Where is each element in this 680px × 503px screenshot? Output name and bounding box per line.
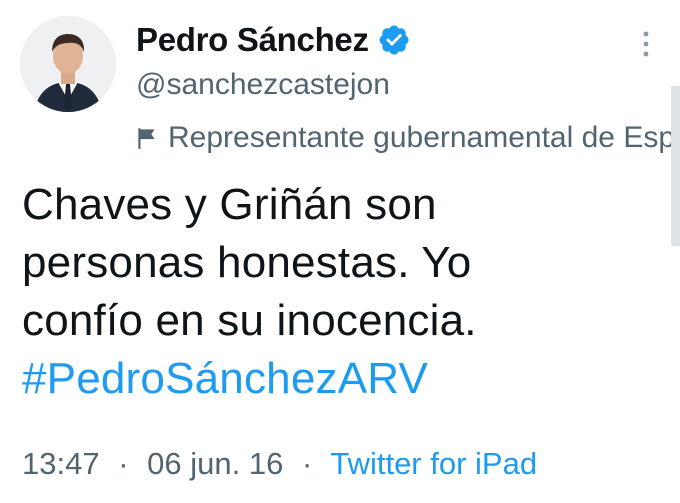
tweet-line: confío en su inocencia. bbox=[22, 296, 477, 345]
tweet-source-link[interactable]: Twitter for iPad bbox=[330, 446, 537, 481]
government-label-text: Representante gubernamental de España bbox=[168, 121, 680, 154]
meta-separator: · bbox=[118, 446, 129, 481]
tweet-line: Chaves y Griñán son bbox=[22, 180, 437, 229]
tweet-time[interactable]: 13:47 bbox=[22, 446, 100, 481]
author-handle[interactable]: @sanchezcastejon bbox=[136, 68, 390, 102]
meta-separator: · bbox=[301, 446, 313, 481]
flag-icon bbox=[138, 128, 155, 149]
hashtag-link[interactable]: #PedroSánchezARV bbox=[22, 350, 662, 408]
verified-badge-icon bbox=[379, 25, 409, 55]
author-display-name[interactable]: Pedro Sánchez bbox=[136, 21, 369, 59]
tweet-text: Chaves y Griñán son personas honestas. Y… bbox=[22, 176, 662, 408]
tweet-meta: 13:47 · 06 jun. 16 · Twitter for iPad bbox=[22, 446, 537, 482]
author-name-row: Pedro Sánchez bbox=[136, 20, 411, 60]
avatar-portrait-icon bbox=[20, 16, 116, 112]
side-edge bbox=[671, 86, 680, 246]
government-label[interactable]: Representante gubernamental de España bbox=[134, 118, 680, 158]
tweet-line: personas honestas. Yo bbox=[22, 238, 472, 287]
more-vertical-icon[interactable] bbox=[632, 28, 660, 60]
tweet-date[interactable]: 06 jun. 16 bbox=[147, 446, 283, 481]
tweet-card: Pedro Sánchez @sanchezcastejon Represent… bbox=[0, 0, 680, 503]
avatar[interactable] bbox=[20, 16, 116, 112]
